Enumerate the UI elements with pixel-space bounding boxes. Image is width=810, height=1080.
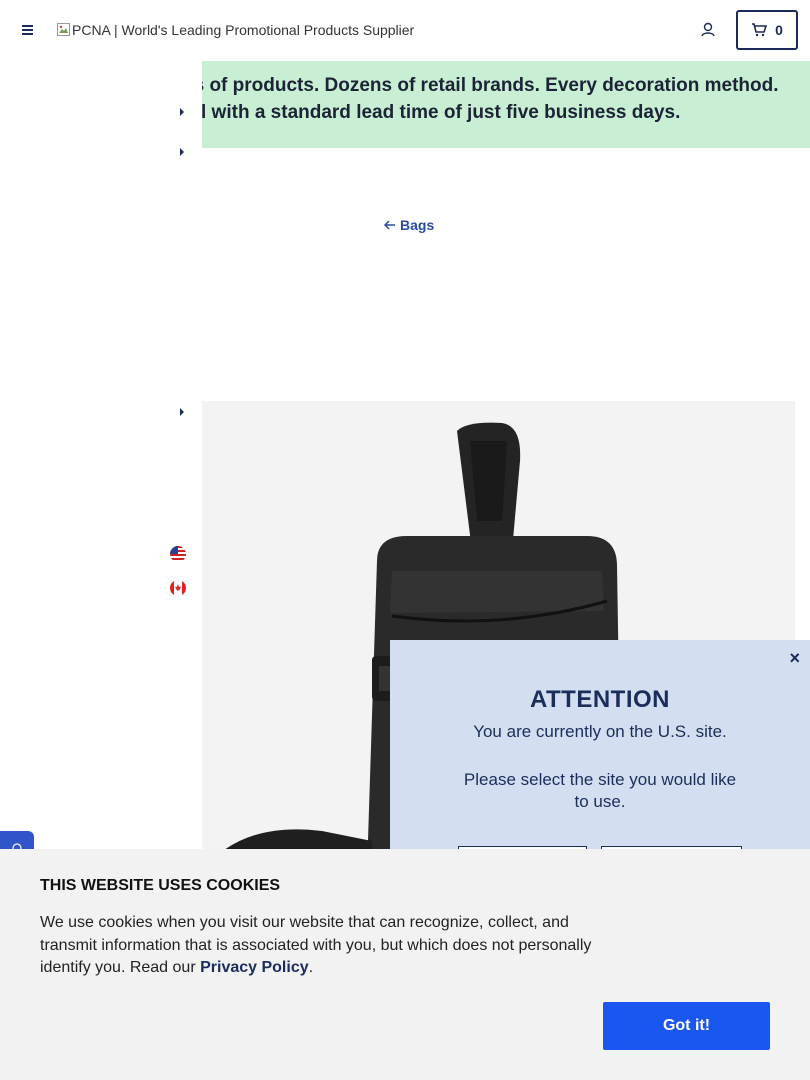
cookie-body-text: We use cookies when you visit our websit… (40, 914, 592, 976)
logo-alt-text: PCNA | World's Leading Promotional Produ… (72, 22, 415, 38)
canada-flag-icon[interactable] (170, 580, 186, 596)
promo-banner-text: ds of products. Dozens of retail brands.… (202, 75, 779, 123)
broken-image-icon (56, 22, 72, 38)
cart-button[interactable]: 0 (736, 10, 798, 50)
promo-banner: ds of products. Dozens of retail brands.… (202, 61, 810, 148)
accept-cookies-button[interactable]: Got it! (603, 1002, 770, 1050)
site-logo[interactable]: PCNA | World's Leading Promotional Produ… (56, 22, 414, 38)
cart-count: 0 (775, 22, 783, 38)
site-header: PCNA | World's Leading Promotional Produ… (0, 0, 810, 61)
cookie-body-suffix: . (308, 959, 314, 976)
site-selector-modal: × ATTENTION You are currently on the U.S… (390, 640, 810, 876)
current-site-text: You are currently on the U.S. site. (473, 722, 727, 741)
select-site-prompt: Please select the site you would like to… (463, 770, 737, 811)
cookie-title: THIS WEBSITE USES COOKIES (40, 877, 281, 894)
cookie-body: We use cookies when you visit our websit… (40, 912, 600, 980)
us-flag-icon[interactable] (170, 546, 186, 562)
arrow-left-icon (384, 220, 395, 230)
caret-right-icon[interactable] (178, 107, 186, 117)
page: PCNA | World's Leading Promotional Produ… (0, 0, 810, 1080)
attention-title: ATTENTION (529, 686, 671, 713)
caret-right-icon[interactable] (178, 407, 186, 417)
back-link-label: Bags (400, 217, 435, 233)
caret-right-icon[interactable] (178, 147, 186, 157)
close-icon[interactable]: × (789, 648, 800, 669)
account-icon[interactable] (698, 20, 718, 40)
cart-icon (752, 23, 768, 37)
hamburger-menu-icon[interactable] (18, 20, 38, 40)
privacy-policy-link[interactable]: Privacy Policy (200, 959, 309, 976)
back-to-category-link[interactable]: Bags (384, 217, 434, 233)
cookie-consent-banner: THIS WEBSITE USES COOKIES We use cookies… (0, 849, 810, 1080)
